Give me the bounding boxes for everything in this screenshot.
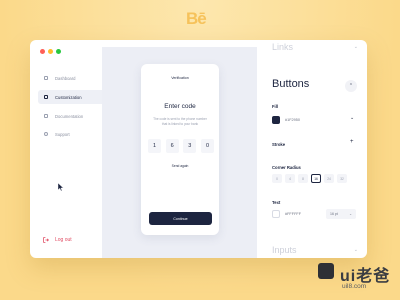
chevron-down-icon: ⌄ bbox=[353, 44, 358, 50]
chevron-down-icon[interactable]: ⌄ bbox=[350, 115, 354, 121]
screen-title: Verification bbox=[171, 76, 189, 80]
chevron-down-icon: ⌄ bbox=[353, 247, 358, 253]
code-input-group: 1 6 3 0 bbox=[148, 139, 214, 153]
inputs-section-title: Inputs bbox=[272, 245, 297, 255]
preview-canvas: Verification Enter code The code is sent… bbox=[102, 47, 257, 258]
watermark-url: uil8.com bbox=[342, 283, 367, 290]
phone-preview: Verification Enter code The code is sent… bbox=[141, 64, 219, 235]
corner-radius-option-selected[interactable]: 16 bbox=[311, 174, 321, 183]
verification-description: The code is sent to the phone number tha… bbox=[153, 117, 207, 126]
text-color-value[interactable]: #FFFFFF bbox=[285, 212, 301, 216]
code-digit-field[interactable]: 1 bbox=[148, 139, 161, 153]
links-section-header[interactable]: Links ⌄ bbox=[272, 42, 358, 52]
fill-color-value[interactable]: #1F2950 bbox=[285, 118, 300, 122]
fill-label: Fill bbox=[272, 104, 279, 109]
chevron-down-icon: ⌄ bbox=[349, 212, 352, 216]
continue-button[interactable]: Continue bbox=[149, 212, 212, 225]
corner-radius-option[interactable]: 4 bbox=[285, 174, 295, 183]
text-label: Text bbox=[272, 200, 281, 205]
maximize-window-button[interactable] bbox=[56, 49, 61, 54]
chat-icon bbox=[44, 132, 48, 136]
text-color-swatch[interactable] bbox=[272, 210, 280, 218]
close-window-button[interactable] bbox=[40, 49, 45, 54]
corner-radius-option[interactable]: 0 bbox=[272, 174, 282, 183]
sidebar-item-label: Support bbox=[55, 131, 70, 137]
chevron-up-icon: ⌃ bbox=[348, 83, 354, 89]
sliders-icon bbox=[44, 95, 48, 99]
fill-color-swatch[interactable] bbox=[272, 116, 280, 124]
watermark: ui老爸 uil8.com bbox=[318, 261, 400, 300]
logout-button[interactable]: Log out bbox=[43, 237, 72, 243]
inputs-section-header[interactable]: Inputs ⌄ bbox=[272, 245, 358, 255]
minimize-window-button[interactable] bbox=[48, 49, 53, 54]
corner-radius-option[interactable]: 8 bbox=[298, 174, 308, 183]
verification-heading: Enter code bbox=[164, 103, 196, 110]
code-digit-field[interactable]: 6 bbox=[165, 139, 179, 153]
text-size-select[interactable]: 16 pt ⌄ bbox=[326, 209, 356, 219]
links-section-title: Links bbox=[272, 42, 294, 52]
logout-label: Log out bbox=[55, 237, 72, 243]
sidebar-item-label: Customization bbox=[55, 94, 82, 100]
stroke-label: Stroke bbox=[272, 142, 286, 147]
code-digit-field[interactable]: 0 bbox=[200, 139, 214, 153]
corner-radius-option[interactable]: 24 bbox=[324, 174, 334, 183]
grid-icon bbox=[44, 76, 48, 80]
buttons-section-title: Buttons bbox=[272, 78, 310, 90]
properties-panel: Links ⌄ Buttons ⌃ Fill #1F2950 ⌄ Stroke … bbox=[272, 40, 367, 258]
sidebar-item-label: Dashboard bbox=[55, 75, 76, 81]
behance-logo: Bē bbox=[186, 9, 207, 28]
send-again-link[interactable]: Send again bbox=[141, 164, 219, 168]
folder-icon bbox=[44, 114, 48, 118]
add-stroke-icon[interactable]: + bbox=[350, 139, 354, 145]
corner-radius-label: Corner Radius bbox=[272, 165, 301, 170]
collapse-section-button[interactable]: ⌃ bbox=[345, 80, 357, 92]
corner-radius-option[interactable]: 32 bbox=[337, 174, 347, 183]
watermark-badge bbox=[318, 263, 334, 279]
logout-icon bbox=[43, 237, 49, 243]
sidebar-item-label: Documentation bbox=[55, 113, 84, 119]
window-controls bbox=[40, 49, 61, 54]
code-digit-field[interactable]: 3 bbox=[183, 139, 197, 153]
text-size-value: 16 pt bbox=[330, 212, 338, 216]
corner-radius-options: 0 4 8 16 24 32 bbox=[272, 174, 347, 183]
mouse-cursor-icon bbox=[58, 183, 64, 191]
